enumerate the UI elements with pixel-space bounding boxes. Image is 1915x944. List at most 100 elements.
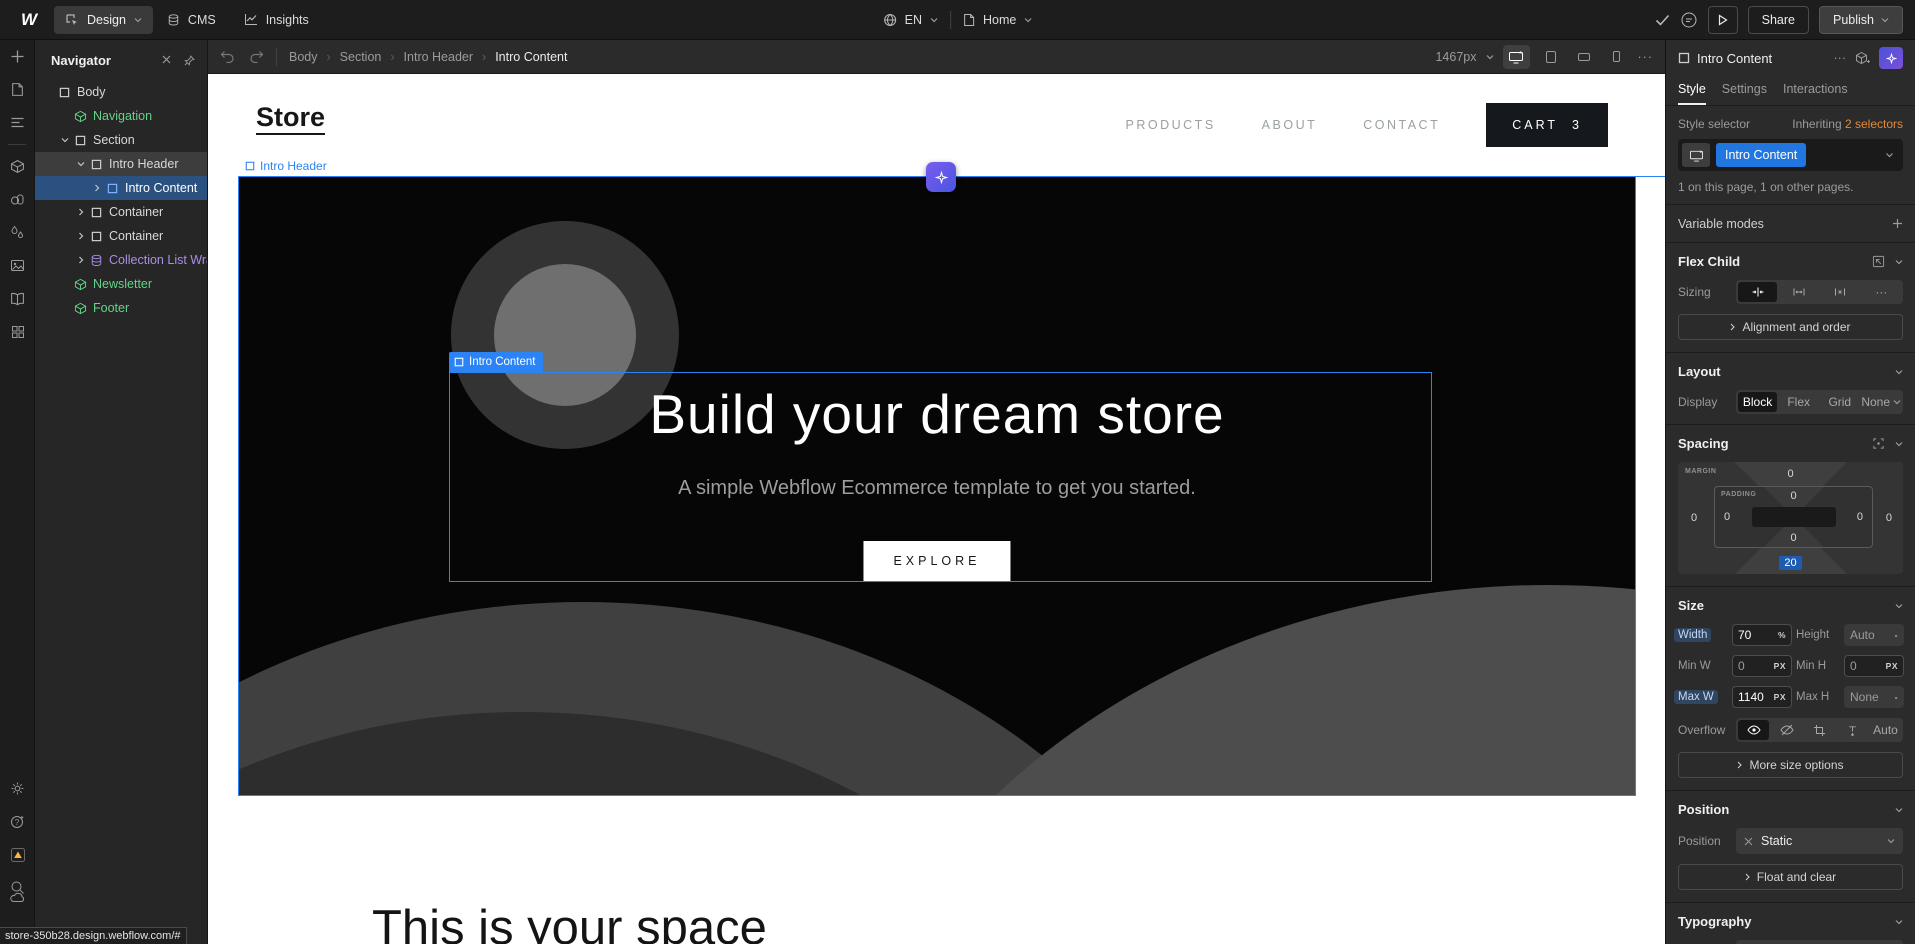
preview-button[interactable]: [1708, 6, 1738, 34]
breadcrumb-item-intro-content[interactable]: Intro Content: [495, 50, 567, 64]
tab-settings[interactable]: Settings: [1722, 76, 1767, 105]
chevron-down-icon[interactable]: [1895, 919, 1903, 925]
chevron-down-icon[interactable]: [1895, 259, 1903, 265]
layout-section-header[interactable]: Layout: [1678, 353, 1903, 390]
spacing-control[interactable]: MARGIN 0 0 0 20 PADDING 0 0 0 0: [1678, 462, 1903, 574]
margin-top-value[interactable]: 0: [1678, 468, 1903, 480]
navigator-item-footer[interactable]: Footer: [35, 296, 207, 320]
list-icon[interactable]: [0, 106, 35, 139]
display-option-block[interactable]: Block: [1738, 392, 1777, 412]
chevron-right-icon[interactable]: [73, 208, 89, 216]
selected-element-tag[interactable]: Intro Content: [449, 352, 543, 372]
site-nav-link-products[interactable]: PRODUCTS: [1126, 118, 1216, 132]
navigator-item-intro-header[interactable]: Intro Header: [35, 152, 207, 176]
chevron-down-icon[interactable]: [57, 137, 73, 143]
clear-icon[interactable]: [1744, 837, 1753, 846]
sizing-grow-icon[interactable]: [1779, 282, 1818, 302]
tab-style[interactable]: Style: [1678, 76, 1706, 105]
undo-icon[interactable]: [220, 50, 235, 63]
breakpoint-phone-landscape-icon[interactable]: [1572, 45, 1596, 69]
display-option-none[interactable]: None: [1861, 392, 1901, 412]
canvas-width-value[interactable]: 1467px: [1435, 50, 1476, 64]
grid-icon[interactable]: [0, 315, 35, 348]
breakpoint-desktop-icon[interactable]: *: [1503, 45, 1530, 69]
site-brand[interactable]: Store: [256, 102, 325, 133]
spacing-options-icon[interactable]: [1872, 437, 1885, 450]
position-section-header[interactable]: Position: [1678, 791, 1903, 828]
class-selector-input[interactable]: * Intro Content: [1678, 139, 1903, 171]
margin-right-value[interactable]: 0: [1886, 512, 1892, 524]
publish-button[interactable]: Publish: [1819, 6, 1903, 34]
max-h-input[interactable]: None-: [1844, 686, 1904, 708]
redo-icon[interactable]: [249, 50, 264, 63]
padding-control[interactable]: PADDING 0 0 0 0: [1714, 486, 1873, 548]
breadcrumb-item-body[interactable]: Body: [289, 50, 318, 64]
site-nav-link-about[interactable]: ABOUT: [1262, 118, 1318, 132]
breakpoint-tablet-icon[interactable]: [1539, 45, 1563, 69]
padding-top-value[interactable]: 0: [1715, 490, 1872, 502]
share-button[interactable]: Share: [1748, 6, 1809, 34]
add-variable-mode-icon[interactable]: [1892, 218, 1903, 229]
webflow-logo-icon[interactable]: W: [12, 6, 46, 34]
cms-button[interactable]: CMS: [153, 13, 230, 27]
chevron-down-icon[interactable]: [1895, 807, 1903, 813]
inspect-icon[interactable]: [1872, 255, 1885, 268]
navigator-item-body[interactable]: Body: [35, 80, 207, 104]
min-h-input[interactable]: 0PX: [1844, 655, 1904, 677]
padding-right-value[interactable]: 0: [1857, 511, 1863, 523]
more-size-options-button[interactable]: More size options: [1678, 752, 1903, 778]
overflow-hidden-eye-off-icon[interactable]: [1771, 720, 1802, 740]
width-input[interactable]: 70%: [1732, 624, 1792, 646]
design-canvas[interactable]: Store PRODUCTSABOUTCONTACT CART 3 Intro …: [208, 74, 1665, 944]
locale-switcher[interactable]: EN: [883, 13, 938, 27]
ai-quick-action-button[interactable]: [926, 162, 956, 192]
site-cart-button[interactable]: CART 3: [1486, 103, 1608, 147]
chevron-down-icon[interactable]: [1895, 603, 1903, 609]
book-icon[interactable]: [0, 282, 35, 315]
chevron-down-icon[interactable]: [1885, 152, 1899, 158]
margin-bottom-value[interactable]: 20: [1678, 557, 1903, 569]
design-mode-button[interactable]: Design: [54, 6, 153, 34]
ai-assistant-icon[interactable]: [1879, 47, 1903, 69]
paint-icon[interactable]: [0, 183, 35, 216]
min-w-input[interactable]: 0PX: [1732, 655, 1792, 677]
element-more-icon[interactable]: ···: [1834, 51, 1847, 65]
overflow-visible-eye-icon[interactable]: [1738, 720, 1769, 740]
display-option-grid[interactable]: Grid: [1820, 392, 1859, 412]
spacing-section-header[interactable]: Spacing: [1678, 425, 1903, 462]
chevron-down-icon[interactable]: [73, 161, 89, 167]
breadcrumb-item-section[interactable]: Section: [340, 50, 382, 64]
navigator-item-navigation[interactable]: Navigation: [35, 104, 207, 128]
inheriting-info[interactable]: Inheriting 2 selectors: [1792, 117, 1903, 131]
size-section-header[interactable]: Size: [1678, 587, 1903, 624]
sizing-shrink-icon[interactable]: [1738, 282, 1777, 302]
height-input[interactable]: Auto-: [1844, 624, 1904, 646]
navigator-item-intro-content[interactable]: Intro Content: [35, 176, 207, 200]
canvas-more-icon[interactable]: ···: [1638, 50, 1654, 64]
chevron-right-icon[interactable]: [73, 256, 89, 264]
help-icon[interactable]: ?: [0, 805, 35, 838]
page-switcher[interactable]: Home: [963, 13, 1032, 27]
class-pill[interactable]: Intro Content: [1716, 143, 1806, 167]
typography-section-header[interactable]: Typography: [1678, 903, 1903, 940]
flex-child-section-header[interactable]: Flex Child: [1678, 243, 1903, 280]
overflow-clip-crop-icon[interactable]: [1804, 720, 1835, 740]
plus-icon[interactable]: [0, 40, 35, 73]
chevron-right-icon[interactable]: [73, 232, 89, 240]
lower-section-heading[interactable]: This is your space: [372, 900, 767, 944]
float-and-clear-button[interactable]: Float and clear: [1678, 864, 1903, 890]
drops-icon[interactable]: [0, 216, 35, 249]
gear-icon[interactable]: [0, 772, 35, 805]
sizing-more-icon[interactable]: ···: [1862, 282, 1901, 302]
position-select[interactable]: Static: [1736, 828, 1903, 854]
comments-icon[interactable]: [1680, 11, 1698, 29]
navigator-item-newsletter[interactable]: Newsletter: [35, 272, 207, 296]
navigator-item-container[interactable]: Container: [35, 200, 207, 224]
page-icon[interactable]: [0, 73, 35, 106]
chevron-right-icon[interactable]: [89, 184, 105, 192]
overflow-auto-option[interactable]: Auto: [1870, 720, 1901, 740]
display-option-flex[interactable]: Flex: [1779, 392, 1818, 412]
font-select[interactable]: Montserrat: [1736, 940, 1903, 944]
chevron-down-icon[interactable]: [1895, 369, 1903, 375]
section-tag-intro-header[interactable]: Intro Header: [242, 157, 330, 175]
